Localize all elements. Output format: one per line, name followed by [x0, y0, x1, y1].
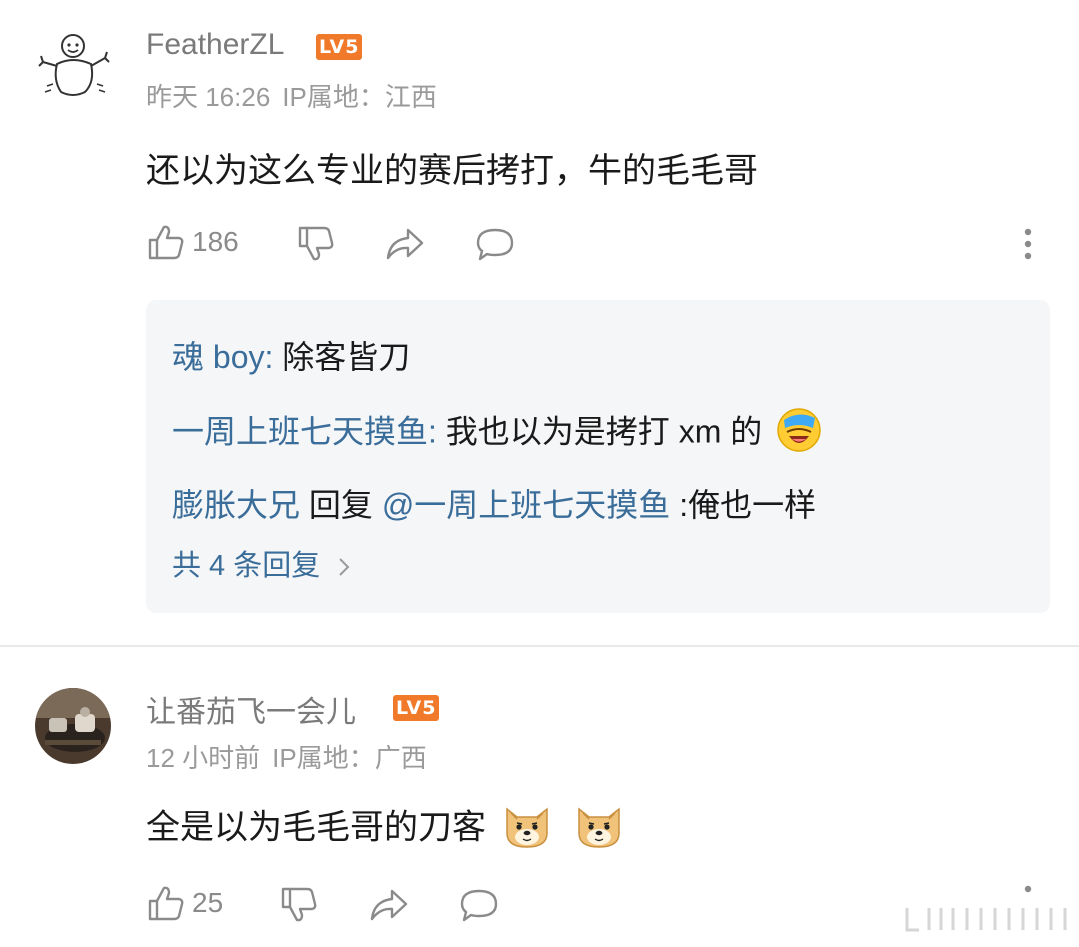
comment-1: FeatherZL LV5 昨天 16:26 IP属地：江西 还以为这么专业的赛后…: [0, 0, 1079, 645]
comment-icon: [460, 889, 498, 922]
like-count: 186: [192, 226, 239, 257]
reply-item: 魂 boy: 除客皆刀: [172, 339, 411, 375]
share-icon: [370, 889, 408, 921]
reply-item: 膨胀大兄 回复 @一周上班七天摸鱼 :俺也一样: [172, 487, 817, 523]
username[interactable]: FeatherZL: [146, 28, 284, 62]
comment-meta: 昨天 16:26 IP属地：江西: [146, 77, 449, 114]
reply-button[interactable]: [458, 885, 500, 925]
comment-icon: [476, 228, 514, 261]
reply-mention[interactable]: @一周上班七天摸鱼: [382, 487, 671, 523]
dislike-button[interactable]: [296, 224, 336, 264]
reply-text: 我也以为是拷打 xm 的: [445, 413, 763, 450]
ip-location: IP属地：江西: [282, 82, 437, 112]
share-button[interactable]: [368, 885, 410, 925]
thumbs-up-icon: [148, 225, 184, 260]
ip-location: IP属地：广西: [272, 743, 427, 773]
reply-text: 除客皆刀: [282, 339, 411, 375]
username[interactable]: 让番茄飞一会儿: [146, 687, 356, 731]
comment-text: 还以为这么专业的赛后拷打，牛的毛毛哥: [146, 152, 758, 190]
comment-text: 全是以为毛毛哥的刀客: [146, 799, 625, 860]
level-badge: LV5: [316, 34, 363, 60]
reply-username[interactable]: 一周上班七天摸鱼: [172, 413, 428, 449]
like-button[interactable]: 25: [146, 883, 223, 923]
reply-item: 一周上班七天摸鱼: 我也以为是拷打 xm 的: [172, 406, 823, 462]
reply-button[interactable]: [474, 224, 516, 264]
reply-preview-box[interactable]: 魂 boy: 除客皆刀 一周上班七天摸鱼: 我也以为是拷打 xm 的 膨胀大兄 …: [146, 300, 1050, 613]
like-count: 25: [192, 887, 224, 918]
view-all-replies-link[interactable]: 共 4 条回复: [172, 542, 352, 584]
doge-emoji: [573, 799, 625, 860]
dislike-button[interactable]: [279, 885, 319, 925]
doge-emoji: [501, 799, 553, 860]
chevron-right-icon: [339, 558, 350, 577]
reply-text: :俺也一样: [670, 487, 817, 523]
timestamp: 12 小时前: [146, 743, 261, 773]
laugh-cry-emoji: [775, 406, 823, 462]
share-icon: [386, 228, 424, 260]
timestamp: 昨天 16:26: [146, 82, 271, 112]
thumbs-down-icon: [298, 226, 334, 261]
level-badge: LV5: [393, 695, 440, 721]
watermark: [889, 896, 1079, 942]
thumbs-down-icon: [281, 887, 317, 922]
more-options-icon[interactable]: [1020, 226, 1036, 267]
like-button[interactable]: 186: [146, 222, 239, 262]
reply-username[interactable]: 膨胀大兄: [172, 487, 300, 523]
avatar[interactable]: [35, 688, 111, 764]
comment-meta: 12 小时前 IP属地：广西: [146, 738, 439, 775]
reply-username[interactable]: 魂 boy: [172, 339, 265, 375]
thumbs-up-icon: [148, 886, 184, 921]
avatar[interactable]: [35, 28, 115, 108]
share-button[interactable]: [384, 224, 426, 264]
